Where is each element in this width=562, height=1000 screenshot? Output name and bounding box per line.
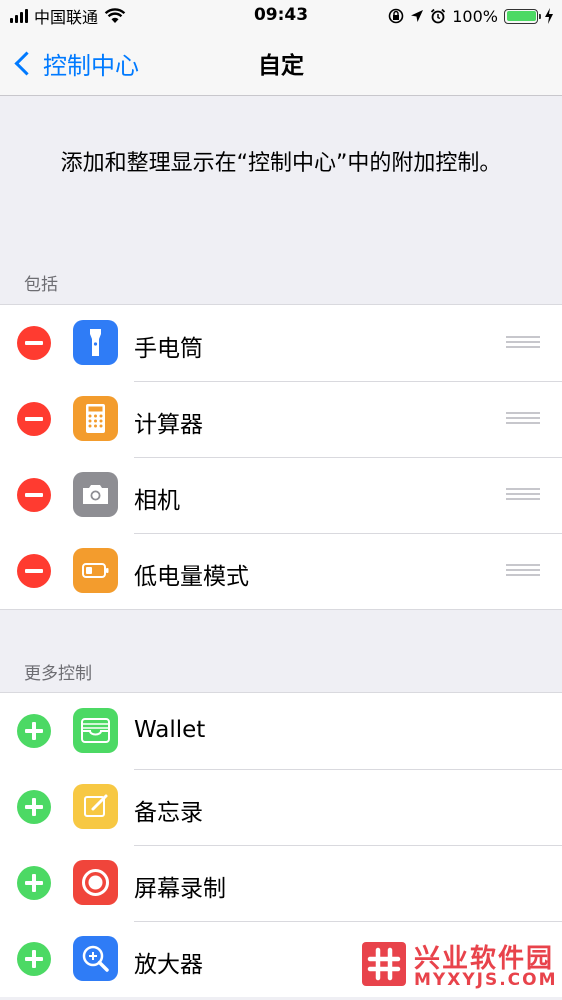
list-item: 手电筒 <box>0 305 562 381</box>
watermark-subtitle: MYXYJS.COM <box>414 970 558 990</box>
item-label: 屏幕录制 <box>134 876 226 902</box>
item-label: 相机 <box>134 488 180 514</box>
watermark-logo-icon <box>362 942 406 986</box>
list-item: 屏幕录制 <box>0 845 562 921</box>
item-label: 低电量模式 <box>134 564 249 590</box>
navigation-bar: 控制中心 自定 <box>0 32 562 96</box>
notes-icon <box>73 784 118 829</box>
flashlight-icon <box>73 320 118 365</box>
list-item: 低电量模式 <box>0 533 562 609</box>
item-label: Wallet <box>134 717 206 743</box>
status-bar: 中国联通 09:43 100% <box>0 0 562 32</box>
list-item: 相机 <box>0 457 562 533</box>
item-label: 手电筒 <box>134 336 203 362</box>
add-button[interactable] <box>17 942 51 976</box>
section-header-more: 更多控制 <box>24 664 92 684</box>
description-text: 添加和整理显示在“控制中心”中的附加控制。 <box>60 151 502 176</box>
list-item: 备忘录 <box>0 769 562 845</box>
alarm-icon <box>431 8 446 24</box>
section-header-included: 包括 <box>24 275 58 295</box>
magnifier-icon <box>73 936 118 981</box>
item-label: 计算器 <box>134 412 203 438</box>
reorder-handle[interactable] <box>506 564 540 578</box>
remove-button[interactable] <box>17 554 51 588</box>
reorder-handle[interactable] <box>506 336 540 350</box>
add-button[interactable] <box>17 790 51 824</box>
wallet-icon <box>73 708 118 753</box>
item-label: 备忘录 <box>134 800 203 826</box>
charging-icon <box>545 8 553 24</box>
add-button[interactable] <box>17 866 51 900</box>
reorder-handle[interactable] <box>506 412 540 426</box>
reorder-handle[interactable] <box>506 488 540 502</box>
included-list: 手电筒 计算器 相机 低电量模式 <box>0 304 562 610</box>
battery-percent: 100% <box>452 6 498 26</box>
page-title: 自定 <box>258 53 304 79</box>
status-right: 100% <box>388 5 554 27</box>
screen-record-icon <box>73 860 118 905</box>
low-power-icon <box>73 548 118 593</box>
add-button[interactable] <box>17 714 51 748</box>
battery-icon <box>504 8 541 24</box>
calculator-icon <box>73 396 118 441</box>
remove-button[interactable] <box>17 402 51 436</box>
watermark: 兴业软件园 MYXYJS.COM <box>354 936 556 996</box>
rotation-lock-icon <box>388 8 404 24</box>
remove-button[interactable] <box>17 478 51 512</box>
location-icon <box>411 10 424 22</box>
list-item: 计算器 <box>0 381 562 457</box>
item-label: 放大器 <box>134 952 203 978</box>
list-item: Wallet <box>0 693 562 769</box>
camera-icon <box>73 472 118 517</box>
remove-button[interactable] <box>17 326 51 360</box>
